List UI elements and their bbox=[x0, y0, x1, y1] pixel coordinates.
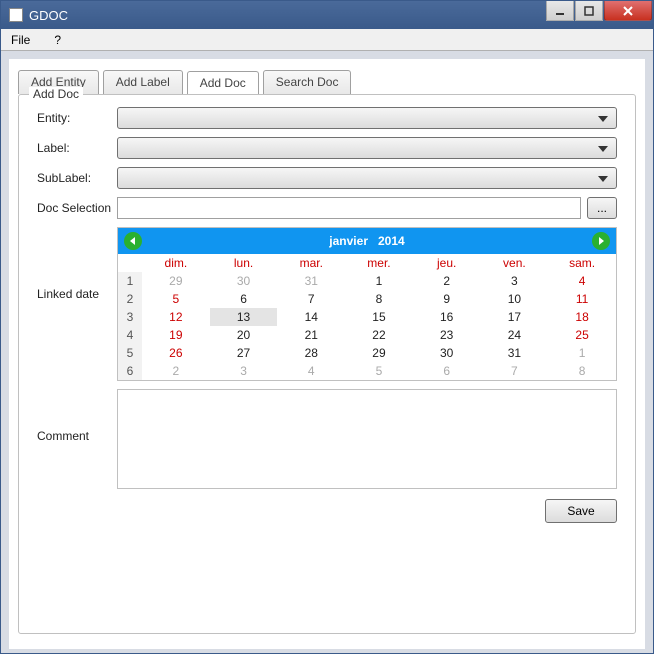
calendar-week-number: 3 bbox=[118, 308, 142, 326]
calendar-day-header: mer. bbox=[345, 254, 413, 272]
calendar-day[interactable]: 13 bbox=[210, 308, 278, 326]
calendar-month[interactable]: janvier bbox=[329, 234, 368, 248]
calendar-day[interactable]: 15 bbox=[345, 308, 413, 326]
calendar-day[interactable]: 16 bbox=[413, 308, 481, 326]
tab-add-label[interactable]: Add Label bbox=[103, 70, 183, 94]
calendar-day[interactable]: 30 bbox=[413, 344, 481, 362]
calendar-day[interactable]: 31 bbox=[277, 272, 345, 290]
tab-search-doc[interactable]: Search Doc bbox=[263, 70, 352, 94]
app-window: GDOC File ? Add Entity Add Label Add Doc… bbox=[0, 0, 654, 654]
calendar-day[interactable]: 7 bbox=[481, 362, 549, 380]
calendar-day-header: sam. bbox=[548, 254, 616, 272]
save-button[interactable]: Save bbox=[545, 499, 617, 523]
calendar: janvier 2014 dim.lun.mar.mer.jeu.ven.sam… bbox=[117, 227, 617, 381]
window-controls bbox=[546, 1, 653, 21]
calendar-day[interactable]: 9 bbox=[413, 290, 481, 308]
calendar-day[interactable]: 14 bbox=[277, 308, 345, 326]
close-button[interactable] bbox=[604, 1, 652, 21]
menubar: File ? bbox=[1, 29, 653, 51]
calendar-day[interactable]: 10 bbox=[481, 290, 549, 308]
menu-help[interactable]: ? bbox=[48, 31, 67, 49]
calendar-day[interactable]: 8 bbox=[345, 290, 413, 308]
arrow-right-icon bbox=[596, 236, 606, 246]
calendar-year[interactable]: 2014 bbox=[378, 234, 405, 248]
calendar-day[interactable]: 6 bbox=[210, 290, 278, 308]
label-select[interactable] bbox=[117, 137, 617, 159]
calendar-day[interactable]: 5 bbox=[142, 290, 210, 308]
tab-bar: Add Entity Add Label Add Doc Search Doc bbox=[10, 60, 644, 94]
comment-textarea[interactable] bbox=[117, 389, 617, 489]
group-title: Add Doc bbox=[29, 87, 83, 101]
calendar-day[interactable]: 31 bbox=[481, 344, 549, 362]
calendar-day-header: lun. bbox=[210, 254, 278, 272]
calendar-week-number: 1 bbox=[118, 272, 142, 290]
calendar-day[interactable]: 17 bbox=[481, 308, 549, 326]
calendar-day[interactable]: 29 bbox=[142, 272, 210, 290]
linked-date-label: Linked date bbox=[37, 227, 117, 301]
calendar-day[interactable]: 2 bbox=[142, 362, 210, 380]
arrow-left-icon bbox=[128, 236, 138, 246]
calendar-day[interactable]: 29 bbox=[345, 344, 413, 362]
sublabel-label: SubLabel: bbox=[37, 171, 117, 185]
browse-button[interactable]: ... bbox=[587, 197, 617, 219]
calendar-day[interactable]: 27 bbox=[210, 344, 278, 362]
calendar-day-header: dim. bbox=[142, 254, 210, 272]
entity-label: Entity: bbox=[37, 111, 117, 125]
calendar-day[interactable]: 1 bbox=[345, 272, 413, 290]
calendar-day[interactable]: 3 bbox=[210, 362, 278, 380]
calendar-week-number: 5 bbox=[118, 344, 142, 362]
calendar-day[interactable]: 30 bbox=[210, 272, 278, 290]
minimize-button[interactable] bbox=[546, 1, 574, 21]
tab-add-doc[interactable]: Add Doc bbox=[187, 71, 259, 95]
calendar-day[interactable]: 1 bbox=[548, 344, 616, 362]
menu-file[interactable]: File bbox=[5, 31, 36, 49]
calendar-day[interactable]: 6 bbox=[413, 362, 481, 380]
calendar-day[interactable]: 2 bbox=[413, 272, 481, 290]
client-area: Add Entity Add Label Add Doc Search Doc … bbox=[9, 59, 645, 649]
calendar-day[interactable]: 24 bbox=[481, 326, 549, 344]
titlebar[interactable]: GDOC bbox=[1, 1, 653, 29]
calendar-day[interactable]: 25 bbox=[548, 326, 616, 344]
calendar-prev-button[interactable] bbox=[124, 232, 142, 250]
calendar-day[interactable]: 12 bbox=[142, 308, 210, 326]
calendar-day[interactable]: 20 bbox=[210, 326, 278, 344]
add-doc-group: Add Doc Entity: Label: SubLabel: Doc Sel… bbox=[18, 94, 636, 634]
entity-select[interactable] bbox=[117, 107, 617, 129]
calendar-day[interactable]: 21 bbox=[277, 326, 345, 344]
app-icon bbox=[9, 8, 23, 22]
window-title: GDOC bbox=[29, 8, 68, 23]
calendar-day[interactable]: 3 bbox=[481, 272, 549, 290]
calendar-day-header: jeu. bbox=[413, 254, 481, 272]
sublabel-select[interactable] bbox=[117, 167, 617, 189]
calendar-header: janvier 2014 bbox=[118, 228, 616, 254]
comment-label: Comment bbox=[37, 389, 117, 489]
calendar-day[interactable]: 22 bbox=[345, 326, 413, 344]
calendar-day[interactable]: 8 bbox=[548, 362, 616, 380]
calendar-day[interactable]: 7 bbox=[277, 290, 345, 308]
maximize-button[interactable] bbox=[575, 1, 603, 21]
calendar-next-button[interactable] bbox=[592, 232, 610, 250]
calendar-day[interactable]: 23 bbox=[413, 326, 481, 344]
calendar-week-number: 2 bbox=[118, 290, 142, 308]
ellipsis-icon: ... bbox=[597, 201, 607, 215]
label-label: Label: bbox=[37, 141, 117, 155]
calendar-day[interactable]: 18 bbox=[548, 308, 616, 326]
calendar-day[interactable]: 11 bbox=[548, 290, 616, 308]
calendar-day[interactable]: 26 bbox=[142, 344, 210, 362]
docsel-input[interactable] bbox=[117, 197, 581, 219]
docsel-label: Doc Selection bbox=[37, 201, 117, 215]
calendar-day-header: ven. bbox=[481, 254, 549, 272]
calendar-day[interactable]: 28 bbox=[277, 344, 345, 362]
calendar-week-number: 6 bbox=[118, 362, 142, 380]
calendar-day[interactable]: 19 bbox=[142, 326, 210, 344]
calendar-grid: dim.lun.mar.mer.jeu.ven.sam. 12930311234… bbox=[118, 254, 616, 380]
calendar-day-header: mar. bbox=[277, 254, 345, 272]
calendar-week-number: 4 bbox=[118, 326, 142, 344]
calendar-day[interactable]: 4 bbox=[548, 272, 616, 290]
calendar-day[interactable]: 4 bbox=[277, 362, 345, 380]
calendar-day[interactable]: 5 bbox=[345, 362, 413, 380]
